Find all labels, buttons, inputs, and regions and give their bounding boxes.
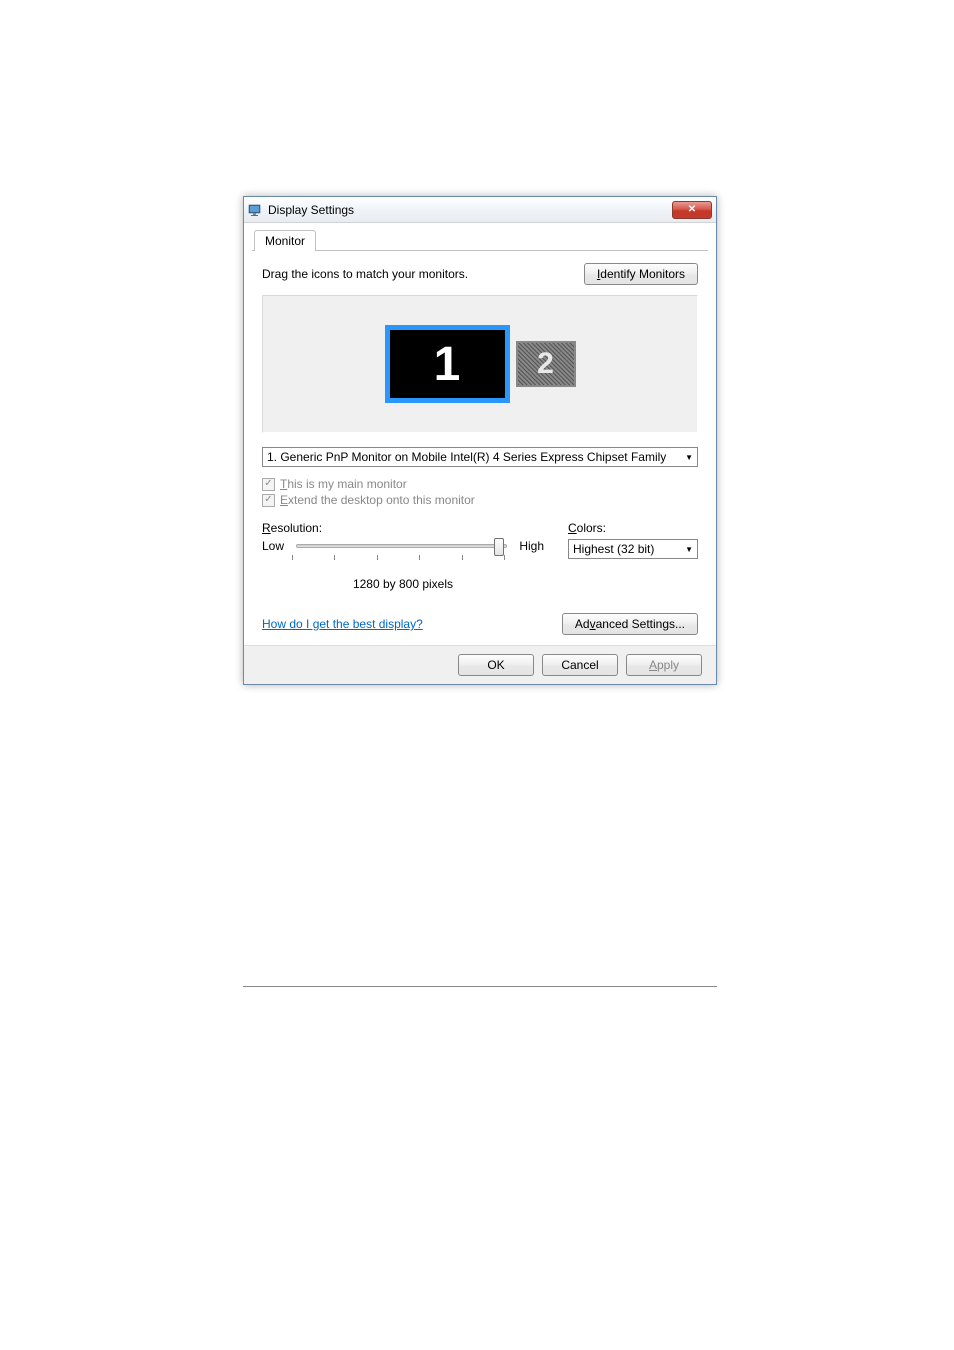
monitor-2[interactable]: 2 — [516, 341, 576, 387]
ok-button[interactable]: OK — [458, 654, 534, 676]
tab-area: Monitor — [244, 223, 716, 251]
colors-value: Highest (32 bit) — [573, 542, 654, 556]
colors-dropdown[interactable]: Highest (32 bit) ▼ — [568, 539, 698, 559]
monitor-1[interactable]: 1 — [385, 325, 510, 403]
display-icon — [248, 202, 264, 218]
main-monitor-checkbox: ✓ — [262, 478, 275, 491]
help-link[interactable]: How do I get the best display? — [262, 617, 423, 631]
titlebar[interactable]: Display Settings ✕ — [244, 197, 716, 223]
horizontal-rule — [243, 986, 717, 987]
extend-desktop-label: Extend the desktop onto this monitor — [280, 493, 475, 507]
monitor-2-label: 2 — [537, 347, 554, 381]
dialog-title: Display Settings — [268, 203, 672, 217]
resolution-slider[interactable] — [296, 544, 507, 548]
dropdown-arrow-icon: ▼ — [685, 545, 693, 554]
monitor-select-dropdown[interactable]: 1. Generic PnP Monitor on Mobile Intel(R… — [262, 447, 698, 467]
dialog-content: Drag the icons to match your monitors. I… — [244, 251, 716, 645]
check-icon: ✓ — [264, 479, 272, 489]
apply-button: Apply — [626, 654, 702, 676]
close-button[interactable]: ✕ — [672, 201, 712, 219]
resolution-value: 1280 by 800 pixels — [262, 577, 544, 591]
bottom-row: How do I get the best display? Advanced … — [262, 613, 698, 635]
tab-row: Monitor — [252, 229, 708, 251]
settings-columns: Resolution: Low High 1280 by 800 pi — [262, 521, 698, 591]
extend-desktop-checkbox: ✓ — [262, 494, 275, 507]
dialog-button-bar: OK Cancel Apply — [244, 645, 716, 684]
advanced-settings-button[interactable]: Advanced Settings... — [562, 613, 698, 635]
instruction-row: Drag the icons to match your monitors. I… — [262, 263, 698, 285]
main-monitor-checkbox-row: ✓ This is my main monitor — [262, 477, 698, 491]
monitor-select-value: 1. Generic PnP Monitor on Mobile Intel(R… — [267, 450, 666, 464]
resolution-slider-row: Low High — [262, 539, 544, 553]
extend-desktop-checkbox-row: ✓ Extend the desktop onto this monitor — [262, 493, 698, 507]
slider-high-label: High — [519, 539, 544, 553]
identify-monitors-button[interactable]: Identify Monitors — [584, 263, 698, 285]
resolution-label: Resolution: — [262, 521, 544, 535]
close-icon: ✕ — [688, 204, 696, 215]
instruction-text: Drag the icons to match your monitors. — [262, 267, 468, 281]
slider-thumb[interactable] — [494, 538, 504, 556]
resolution-column: Resolution: Low High 1280 by 800 pi — [262, 521, 544, 591]
tab-monitor[interactable]: Monitor — [254, 230, 316, 251]
colors-column: Colors: Highest (32 bit) ▼ — [568, 521, 698, 591]
dropdown-arrow-icon: ▼ — [685, 453, 693, 462]
cancel-button[interactable]: Cancel — [542, 654, 618, 676]
check-icon: ✓ — [264, 495, 272, 505]
colors-label: Colors: — [568, 521, 698, 535]
slider-ticks — [292, 555, 504, 563]
monitor-preview-area[interactable]: 1 2 — [262, 295, 698, 433]
main-monitor-label: This is my main monitor — [280, 477, 407, 491]
display-settings-dialog: Display Settings ✕ Monitor Drag the icon… — [243, 196, 717, 685]
slider-low-label: Low — [262, 539, 284, 553]
monitor-1-label: 1 — [434, 337, 461, 392]
